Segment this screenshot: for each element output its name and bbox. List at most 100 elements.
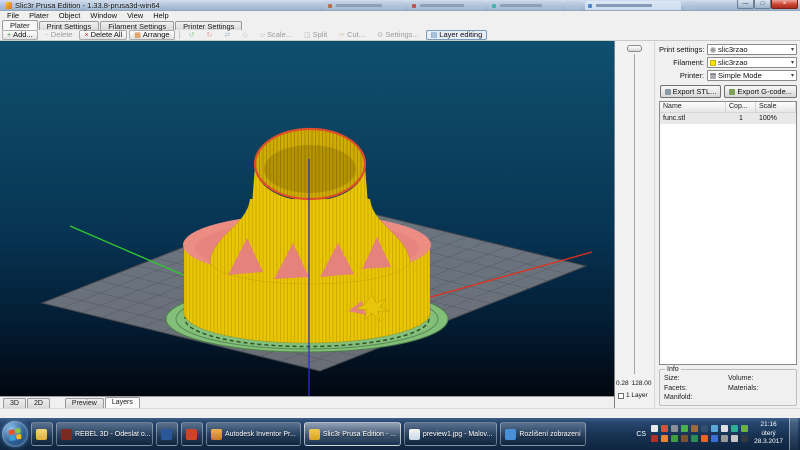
export-gcode-button[interactable]: Export G-code... — [724, 85, 797, 98]
menu-plater[interactable]: Plater — [24, 11, 54, 20]
tray-icon[interactable] — [661, 435, 668, 442]
layer-slider-track[interactable] — [634, 54, 635, 374]
taskbar-explorer-button[interactable] — [31, 422, 53, 446]
tray-icon[interactable] — [741, 435, 748, 442]
rotate-cw-button[interactable]: ↻ — [201, 30, 217, 40]
export-stl-button[interactable]: Export STL... — [660, 85, 722, 98]
tray-icon[interactable] — [701, 425, 708, 432]
title-bar[interactable]: Slic3r Prusa Edition - 1.33.8-prusa3d-wi… — [0, 0, 800, 11]
start-button[interactable] — [2, 421, 28, 447]
filament-color-icon — [710, 60, 716, 66]
taskbar-inventor-button[interactable]: Autodesk Inventor Pr... — [206, 422, 301, 446]
object-list-header: Name Cop... Scale — [660, 102, 796, 113]
tab-preview[interactable]: Preview — [65, 398, 104, 408]
scale-button[interactable]: ▱ Scale... — [255, 30, 297, 40]
tray-icon[interactable] — [731, 435, 738, 442]
tray-icon[interactable] — [671, 425, 678, 432]
app-orange-icon — [186, 429, 197, 440]
toolbar-separator — [179, 31, 180, 39]
filament-select[interactable]: slic3rzao ▾ — [707, 57, 797, 68]
tab-plater[interactable]: Plater — [2, 20, 38, 30]
rebel3d-icon — [61, 429, 72, 440]
taskbar-display-settings-button[interactable]: Rozlišení zobrazení — [500, 422, 585, 446]
rotate-free-button[interactable]: ◇ — [237, 30, 252, 40]
printer-select[interactable]: Simple Mode ▾ — [707, 70, 797, 81]
rotate-ccw-button[interactable]: ↺ — [184, 30, 200, 40]
taskbar-slic3r-button[interactable]: Slic3r Prusa Edition - ... — [304, 422, 401, 446]
taskbar-paint-button[interactable]: preview1.jpg - Malov... — [404, 422, 498, 446]
menu-object[interactable]: Object — [54, 11, 86, 20]
system-tray: CS — [634, 418, 798, 450]
delete-button[interactable]: − Delete — [40, 30, 78, 40]
menu-file[interactable]: File — [2, 11, 24, 20]
rotate-cw-icon: ↻ — [206, 32, 212, 39]
minimize-button[interactable]: — — [737, 0, 754, 9]
cell-copies: 1 — [726, 113, 756, 124]
tab-layers[interactable]: Layers — [105, 397, 140, 408]
taskbar-word-button[interactable] — [156, 422, 178, 446]
layer-slider-knob[interactable] — [627, 45, 642, 52]
tab-3d[interactable]: 3D — [3, 398, 26, 408]
tab-printer-settings[interactable]: Printer Settings — [175, 21, 242, 30]
tab-filament-settings[interactable]: Filament Settings — [100, 21, 174, 30]
layer-editing-toggle[interactable]: ▤ Layer editing — [426, 30, 488, 40]
tray-icon[interactable] — [741, 425, 748, 432]
mirror-button[interactable]: ⇄ — [219, 30, 235, 40]
cut-icon: ✂ — [339, 32, 345, 39]
taskbar-app-button[interactable] — [181, 422, 203, 446]
gear-icon — [710, 47, 716, 53]
tray-icon[interactable] — [651, 425, 658, 432]
background-browser-tabs — [325, 1, 697, 10]
tray-icon[interactable] — [711, 425, 718, 432]
tray-icon[interactable] — [731, 425, 738, 432]
arrange-icon: ▦ — [134, 32, 141, 39]
scale-icon: ▱ — [260, 32, 265, 39]
table-row[interactable]: func.stl 1 100% — [660, 113, 796, 124]
column-copies[interactable]: Cop... — [726, 102, 756, 112]
menu-help[interactable]: Help — [148, 11, 173, 20]
split-button[interactable]: ◫ Split — [299, 30, 332, 40]
show-desktop-button[interactable] — [789, 418, 798, 450]
tray-icon[interactable] — [721, 425, 728, 432]
tray-icon[interactable] — [681, 435, 688, 442]
object-list[interactable]: Name Cop... Scale func.stl 1 100% — [659, 101, 797, 365]
chevron-down-icon: ▾ — [791, 72, 794, 79]
cut-button[interactable]: ✂ Cut... — [334, 30, 370, 40]
model-func-stl[interactable] — [183, 129, 431, 343]
tray-icon[interactable] — [691, 425, 698, 432]
rotate-ccw-icon: ↺ — [189, 32, 195, 39]
add-button[interactable]: + Add... — [2, 30, 38, 40]
one-layer-checkbox[interactable] — [618, 393, 624, 399]
tab-2d[interactable]: 2D — [27, 398, 50, 408]
tray-icon[interactable] — [651, 435, 658, 442]
maximize-button[interactable]: □ — [754, 0, 771, 9]
rotate-icon: ◇ — [242, 32, 247, 39]
viewport-3d[interactable] — [0, 41, 614, 396]
delete-all-button[interactable]: × Delete All — [79, 30, 127, 40]
language-indicator[interactable]: CS — [634, 431, 648, 438]
taskbar-clock[interactable]: 21:16 úterý 28.3.2017 — [751, 421, 786, 447]
tray-icon[interactable] — [681, 425, 688, 432]
right-panel: Print settings: slic3rzao ▾ Filament: sl… — [656, 41, 800, 408]
tab-print-settings[interactable]: Print Settings — [39, 21, 100, 30]
close-button[interactable]: × — [771, 0, 798, 9]
cell-scale: 100% — [756, 113, 796, 124]
print-settings-select[interactable]: slic3rzao ▾ — [707, 44, 797, 55]
tray-icon[interactable] — [711, 435, 718, 442]
clock-day: úterý — [754, 430, 783, 439]
background-window-tab — [489, 1, 561, 10]
layer-slider-values: 0.28 128.00 — [616, 380, 652, 387]
tray-icon[interactable] — [691, 435, 698, 442]
arrange-button[interactable]: ▦ Arrange — [129, 30, 174, 40]
tray-icon[interactable] — [671, 435, 678, 442]
add-icon: + — [7, 32, 11, 39]
taskbar-rebel3d-button[interactable]: REBEL 3D - Odeslat o... — [56, 422, 153, 446]
tray-icon[interactable] — [721, 435, 728, 442]
column-scale[interactable]: Scale — [756, 102, 796, 112]
menu-window[interactable]: Window — [85, 11, 122, 20]
tray-icon[interactable] — [661, 425, 668, 432]
settings-button[interactable]: ⚙ Settings... — [372, 30, 424, 40]
column-name[interactable]: Name — [660, 102, 726, 112]
menu-view[interactable]: View — [122, 11, 148, 20]
tray-icon[interactable] — [701, 435, 708, 442]
